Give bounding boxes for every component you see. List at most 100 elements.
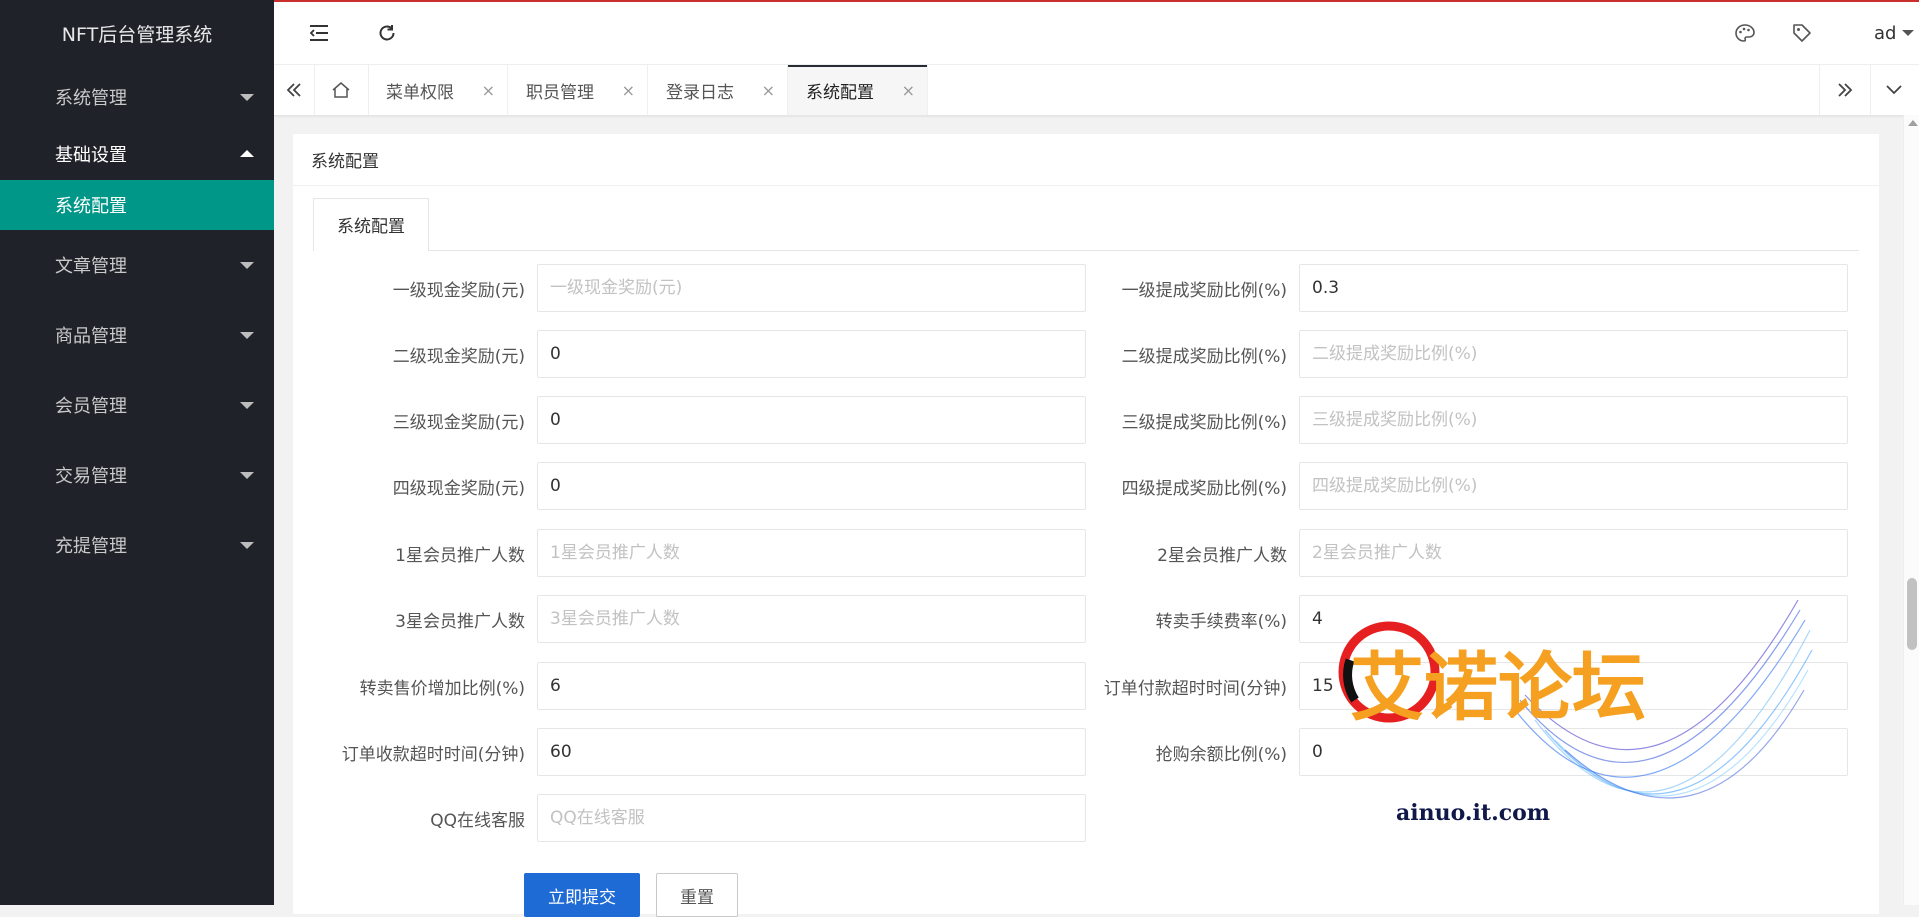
close-icon[interactable]: × — [482, 81, 495, 100]
caret-down-icon — [240, 542, 254, 549]
caret-up-icon — [240, 150, 254, 157]
tab-system-config[interactable]: 系统配置 × — [788, 65, 928, 115]
field-label: 三级现金奖励(元) — [392, 412, 525, 433]
level3-cash-reward-input[interactable] — [537, 396, 1086, 444]
sidebar-item-label: 基础设置 — [55, 145, 127, 166]
sidebar-item-label: 交易管理 — [55, 466, 127, 487]
username-label: ad — [1874, 22, 1897, 44]
palette-icon[interactable] — [1730, 2, 1760, 64]
tabs-bar: 菜单权限 × 职员管理 × 登录日志 × 系统配置 × — [274, 65, 1919, 116]
watermark-url: ainuo.it.com — [1396, 800, 1550, 826]
sidebar-item-product-management[interactable]: 商品管理 — [0, 300, 274, 370]
caret-down-icon — [240, 332, 254, 339]
field-label: 抢购余额比例(%) — [1155, 744, 1287, 765]
field-label: 订单收款超时时间(分钟) — [341, 744, 525, 765]
field-label: 一级提成奖励比例(%) — [1121, 280, 1287, 301]
level3-commission-ratio-input[interactable] — [1299, 396, 1848, 444]
form-row: 二级现金奖励(元) — [293, 330, 1093, 378]
close-icon[interactable]: × — [762, 81, 775, 100]
caret-down-icon — [240, 472, 254, 479]
sidebar-item-system-config[interactable]: 系统配置 — [0, 180, 274, 230]
menu-fold-icon[interactable] — [304, 2, 334, 64]
star3-referral-count-input[interactable] — [537, 595, 1086, 643]
qq-online-service-input[interactable] — [537, 794, 1086, 842]
form-row: 2星会员推广人数 — [1093, 529, 1879, 577]
form-row: 订单收款超时时间(分钟) — [293, 728, 1093, 776]
level2-cash-reward-input[interactable] — [537, 330, 1086, 378]
caret-down-icon — [240, 94, 254, 101]
field-label: 转卖售价增加比例(%) — [359, 678, 525, 699]
tab-home[interactable] — [314, 65, 369, 115]
caret-down-icon — [1902, 30, 1915, 36]
order-receipt-timeout-input[interactable] — [537, 728, 1086, 776]
watermark-title: 艾诺论坛 — [1350, 645, 1646, 731]
tab-label: 菜单权限 — [386, 82, 454, 103]
form-row: 二级提成奖励比例(%) — [1093, 330, 1879, 378]
form-row: 一级提成奖励比例(%) — [1093, 264, 1879, 312]
tabs-dropdown-button[interactable] — [1869, 65, 1919, 115]
level2-commission-ratio-input[interactable] — [1299, 330, 1848, 378]
tab-label: 系统配置 — [806, 82, 874, 103]
form-row: 三级现金奖励(元) — [293, 396, 1093, 444]
sidebar-item-article-management[interactable]: 文章管理 — [0, 230, 274, 300]
field-label: 一级现金奖励(元) — [392, 280, 525, 301]
form-row: 三级提成奖励比例(%) — [1093, 396, 1879, 444]
field-label: 3星会员推广人数 — [395, 611, 525, 632]
tabs-scroll-right-button[interactable] — [1819, 65, 1871, 115]
inner-tab-system-config[interactable]: 系统配置 — [313, 198, 429, 251]
tab-label: 职员管理 — [526, 82, 594, 103]
field-label: 1星会员推广人数 — [395, 545, 525, 566]
level1-cash-reward-input[interactable] — [537, 264, 1086, 312]
star1-referral-count-input[interactable] — [537, 529, 1086, 577]
field-label: 二级提成奖励比例(%) — [1121, 346, 1287, 367]
form-row: 四级提成奖励比例(%) — [1093, 462, 1879, 510]
star2-referral-count-input[interactable] — [1299, 529, 1848, 577]
refresh-icon[interactable] — [372, 2, 402, 64]
level4-cash-reward-input[interactable] — [537, 462, 1086, 510]
tab-menu-permissions[interactable]: 菜单权限 × — [368, 65, 508, 115]
scroll-up-arrow-icon[interactable] — [1908, 120, 1918, 126]
tab-login-log[interactable]: 登录日志 × — [648, 65, 788, 115]
page-scrollbar[interactable] — [1903, 115, 1919, 905]
watermark: 艾诺论坛 ainuo.it.com — [1320, 599, 1830, 860]
sidebar-item-label: 系统配置 — [55, 196, 127, 217]
sidebar-item-deposit-withdraw-management[interactable]: 充提管理 — [0, 510, 274, 580]
form-row: QQ在线客服 — [293, 794, 1093, 842]
double-chevron-left-icon — [286, 83, 301, 97]
level1-commission-ratio-input[interactable] — [1299, 264, 1848, 312]
scrollbar-thumb[interactable] — [1907, 578, 1917, 650]
resale-price-increase-input[interactable] — [537, 662, 1086, 710]
tabs-scroll-left-button[interactable] — [274, 65, 315, 115]
caret-down-icon — [240, 402, 254, 409]
tag-icon[interactable] — [1787, 2, 1817, 64]
user-menu[interactable]: ad — [1874, 2, 1915, 64]
close-icon[interactable]: × — [902, 81, 915, 100]
chevron-down-icon — [1886, 85, 1902, 95]
field-label: QQ在线客服 — [430, 810, 525, 831]
app-title: NFT后台管理系统 — [61, 23, 213, 46]
level4-commission-ratio-input[interactable] — [1299, 462, 1848, 510]
sidebar: NFT后台管理系统 系统管理 基础设置 系统配置 文章管理 商品管理 会员管理 … — [0, 0, 274, 905]
sidebar-item-member-management[interactable]: 会员管理 — [0, 370, 274, 440]
top-header: ad — [274, 2, 1919, 65]
form-row: 四级现金奖励(元) — [293, 462, 1093, 510]
caret-down-icon — [240, 262, 254, 269]
sidebar-item-trade-management[interactable]: 交易管理 — [0, 440, 274, 510]
form-row: 转卖售价增加比例(%) — [293, 662, 1093, 710]
field-label: 四级提成奖励比例(%) — [1121, 478, 1287, 499]
field-label: 转卖手续费率(%) — [1155, 611, 1287, 632]
field-label: 三级提成奖励比例(%) — [1121, 412, 1287, 433]
home-icon — [332, 82, 350, 98]
field-label: 订单付款超时时间(分钟) — [1103, 678, 1287, 699]
submit-button[interactable]: 立即提交 — [524, 873, 640, 917]
watermark-logo: 艾诺论坛 ainuo.it.com — [1338, 599, 1813, 826]
close-icon[interactable]: × — [622, 81, 635, 100]
form-row: 1星会员推广人数 — [293, 529, 1093, 577]
sidebar-item-label: 商品管理 — [55, 326, 127, 347]
double-chevron-right-icon — [1838, 83, 1853, 97]
inner-tabs: 系统配置 — [313, 198, 1859, 251]
sidebar-item-basic-settings[interactable]: 基础设置 — [0, 128, 274, 180]
tab-staff-management[interactable]: 职员管理 × — [508, 65, 648, 115]
sidebar-item-system-management[interactable]: 系统管理 — [0, 66, 274, 128]
reset-button[interactable]: 重置 — [656, 873, 738, 917]
